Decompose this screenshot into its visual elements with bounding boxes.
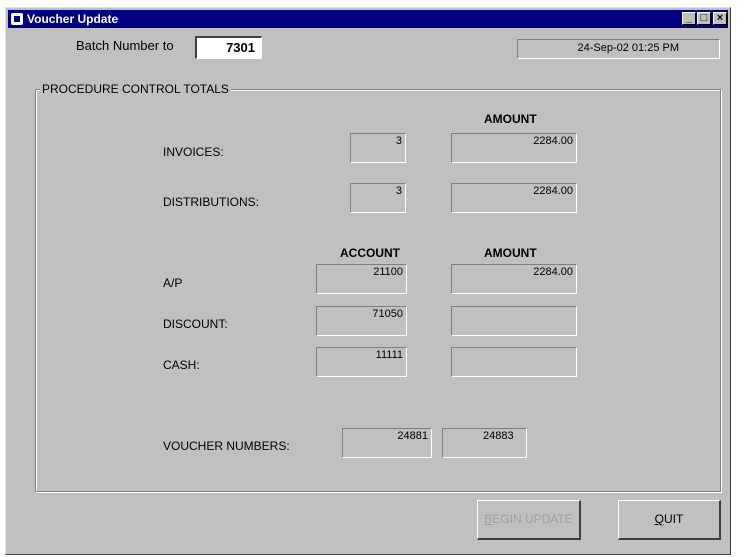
discount-account-field[interactable]: 71050 bbox=[316, 306, 407, 336]
voucher-numbers-label: VOUCHER NUMBERS: bbox=[163, 439, 290, 453]
invoices-amount-field[interactable]: 2284.00 bbox=[451, 133, 577, 163]
invoices-count-field[interactable]: 3 bbox=[350, 133, 406, 163]
account-header: ACCOUNT bbox=[340, 246, 400, 260]
close-button[interactable]: × bbox=[713, 12, 727, 25]
begin-update-label: EGIN UPDATE bbox=[492, 512, 573, 526]
cash-amount-field[interactable] bbox=[451, 347, 577, 377]
ap-amount-field[interactable]: 2284.00 bbox=[451, 264, 577, 294]
voucher-to-field[interactable]: 24883 bbox=[442, 428, 527, 458]
datetime-display: 24-Sep-02 01:25 PM bbox=[517, 39, 720, 59]
ap-label: A/P bbox=[163, 276, 183, 290]
window-title: Voucher Update bbox=[27, 12, 119, 26]
cash-account-field[interactable]: 11111 bbox=[316, 347, 407, 377]
invoices-label: INVOICES: bbox=[163, 145, 224, 159]
discount-amount-field[interactable] bbox=[451, 306, 577, 336]
app-icon[interactable] bbox=[11, 13, 23, 25]
voucher-from-field[interactable]: 24881 bbox=[342, 428, 432, 458]
quit-button[interactable]: QUIT bbox=[618, 500, 721, 540]
title-bar[interactable]: Voucher Update _ □ × bbox=[8, 10, 728, 28]
discount-label: DISCOUNT: bbox=[163, 317, 228, 331]
cash-label: CASH: bbox=[163, 358, 200, 372]
distributions-label: DISTRIBUTIONS: bbox=[163, 195, 260, 209]
quit-label: UIT bbox=[664, 512, 684, 526]
amount-header-top: AMOUNT bbox=[484, 112, 537, 126]
maximize-button[interactable]: □ bbox=[697, 12, 711, 25]
minimize-button[interactable]: _ bbox=[682, 12, 696, 25]
voucher-update-window: Voucher Update _ □ × Batch Number to 730… bbox=[5, 7, 731, 555]
distributions-amount-field[interactable]: 2284.00 bbox=[451, 183, 577, 213]
ap-account-field[interactable]: 21100 bbox=[316, 264, 407, 294]
distributions-count-field[interactable]: 3 bbox=[350, 183, 406, 213]
batch-number-field[interactable]: 7301 bbox=[195, 36, 262, 59]
begin-update-button[interactable]: BEGIN UPDATE bbox=[477, 500, 581, 540]
group-title: PROCEDURE CONTROL TOTALS bbox=[40, 82, 231, 96]
amount-header-bottom: AMOUNT bbox=[484, 246, 537, 260]
quit-accesskey: Q bbox=[654, 512, 664, 526]
batch-number-label: Batch Number to bbox=[76, 38, 174, 53]
